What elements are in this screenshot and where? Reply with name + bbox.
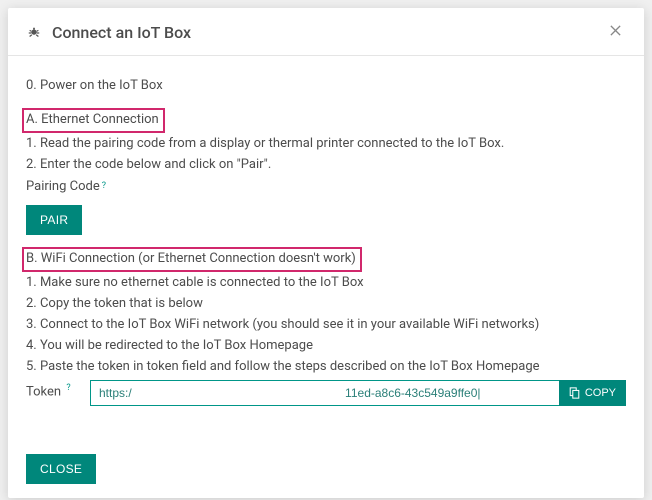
step-0: 0. Power on the IoT Box	[26, 76, 626, 96]
section-b-step-3: 3. Connect to the IoT Box WiFi network (…	[26, 315, 626, 335]
modal-title: Connect an IoT Box	[52, 23, 605, 42]
token-label-col: Token ?	[26, 382, 90, 402]
connect-iot-modal: Connect an IoT Box 0. Power on the IoT B…	[8, 8, 644, 498]
close-icon[interactable]	[605, 22, 626, 43]
copy-icon	[569, 387, 580, 399]
modal-header: Connect an IoT Box	[8, 8, 644, 56]
copy-button-label: COPY	[585, 387, 616, 399]
token-row: Token ? COPY	[26, 380, 626, 406]
section-b-heading-row: B. WiFi Connection (or Ethernet Connecti…	[26, 247, 626, 272]
pair-button[interactable]: PAIR	[26, 205, 82, 235]
pairing-code-label: Pairing Code	[26, 177, 100, 197]
pairing-code-row: Pairing Code ?	[26, 177, 626, 197]
modal-footer: CLOSE	[8, 436, 644, 498]
close-button[interactable]: CLOSE	[26, 454, 96, 484]
token-input[interactable]	[90, 380, 559, 406]
section-b-heading: B. WiFi Connection (or Ethernet Connecti…	[22, 247, 362, 272]
pairing-help-icon[interactable]: ?	[102, 180, 106, 194]
section-a-step-1: 1. Read the pairing code from a display …	[26, 134, 626, 154]
modal-body: 0. Power on the IoT Box A. Ethernet Conn…	[8, 56, 644, 436]
token-help-icon[interactable]: ?	[66, 383, 70, 393]
section-b-step-5: 5. Paste the token in token field and fo…	[26, 357, 626, 377]
section-b-step-2: 2. Copy the token that is below	[26, 294, 626, 314]
section-a-heading: A. Ethernet Connection	[22, 108, 165, 133]
token-label: Token	[26, 385, 61, 400]
copy-button[interactable]: COPY	[559, 380, 626, 406]
section-a-heading-row: A. Ethernet Connection	[26, 108, 626, 133]
section-b-step-1: 1. Make sure no ethernet cable is connec…	[26, 273, 626, 293]
section-b-step-4: 4. You will be redirected to the IoT Box…	[26, 336, 626, 356]
bug-icon	[26, 25, 42, 41]
section-a-step-2: 2. Enter the code below and click on "Pa…	[26, 155, 626, 175]
